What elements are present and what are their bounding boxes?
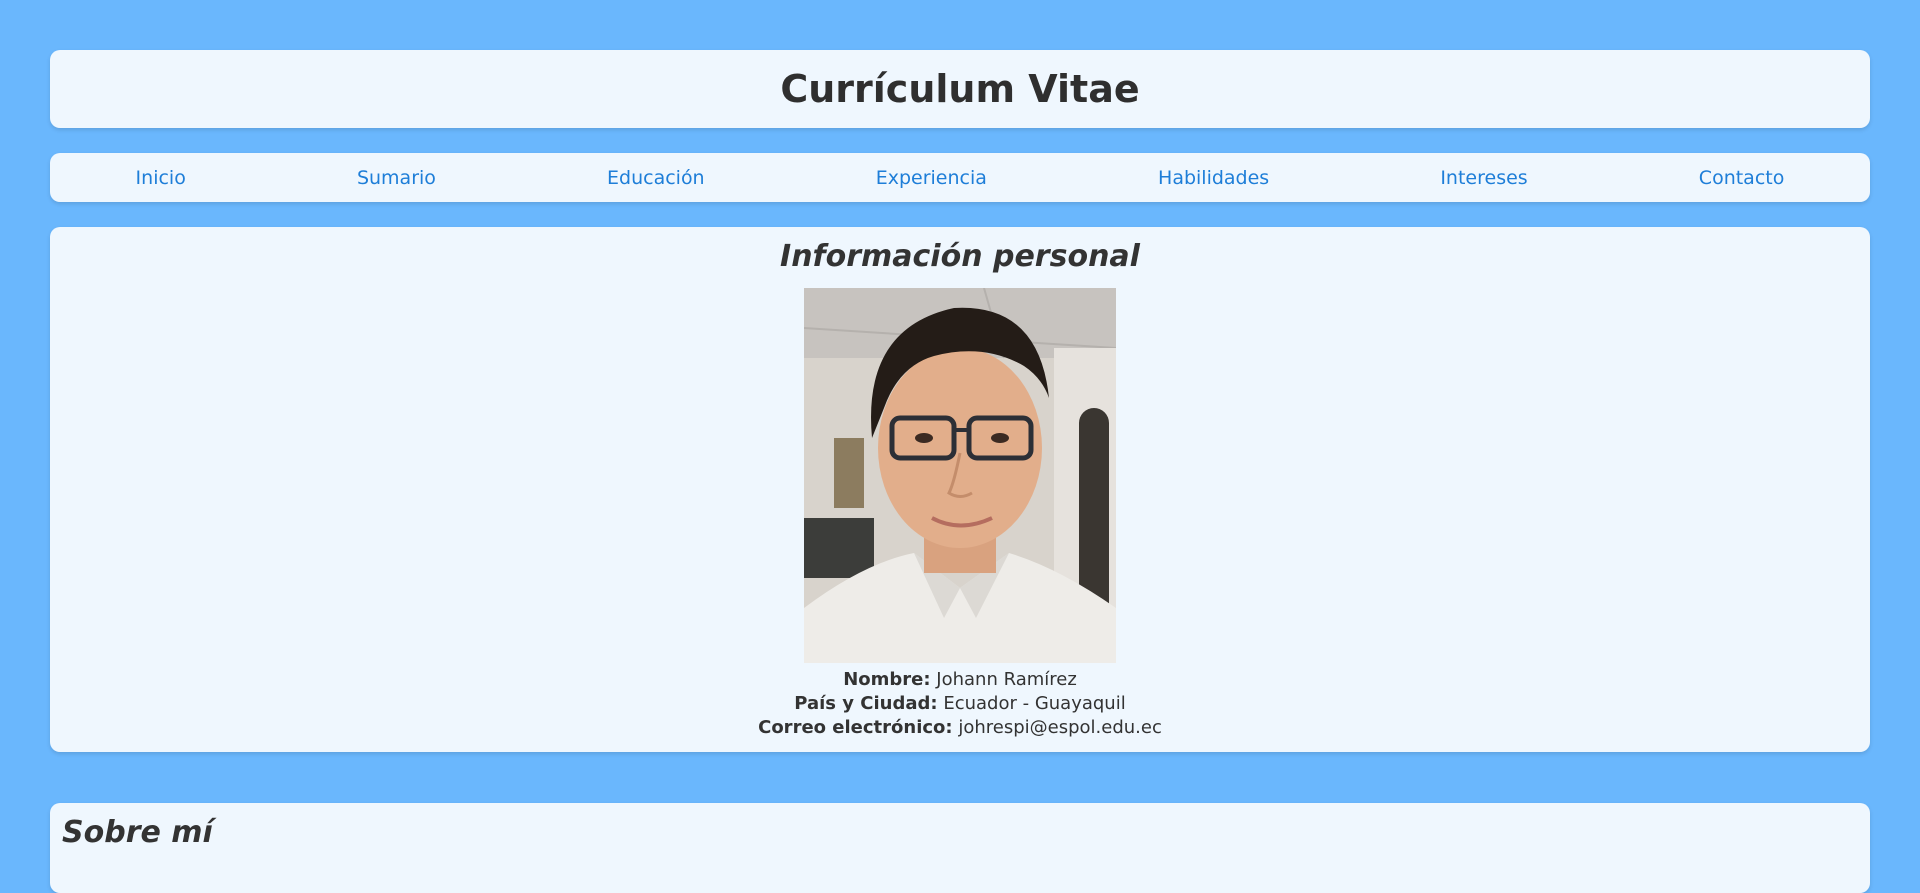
location-value: Ecuador - Guayaquil [943,693,1126,714]
email-row: Correo electrónico: johrespi@espol.edu.e… [50,716,1870,740]
name-label: Nombre: [843,669,931,690]
about-section: Sobre mí [50,803,1870,893]
page-title: Currículum Vitae [780,67,1140,111]
header-card: Currículum Vitae [50,50,1870,128]
nav-link-educacion[interactable]: Educación [607,167,705,189]
email-label: Correo electrónico: [758,717,953,738]
nav-link-habilidades[interactable]: Habilidades [1158,167,1269,189]
name-row: Nombre: Johann Ramírez [50,668,1870,692]
name-value: Johann Ramírez [936,669,1077,690]
nav-link-experiencia[interactable]: Experiencia [876,167,987,189]
location-row: País y Ciudad: Ecuador - Guayaquil [50,692,1870,716]
personal-info-title: Información personal [780,239,1140,274]
nav-link-sumario[interactable]: Sumario [357,167,436,189]
main-nav: Inicio Sumario Educación Experiencia Hab… [50,153,1870,202]
nav-link-intereses[interactable]: Intereses [1440,167,1527,189]
email-value: johrespi@espol.edu.ec [958,717,1162,738]
profile-photo [804,288,1116,663]
personal-info-section: Información personal Nombre: Johann Ramí… [50,227,1870,752]
nav-link-contacto[interactable]: Contacto [1699,167,1785,189]
location-label: País y Ciudad: [794,693,938,714]
nav-link-inicio[interactable]: Inicio [136,167,186,189]
about-title: Sobre mí [62,815,213,850]
personal-details: Nombre: Johann Ramírez País y Ciudad: Ec… [50,668,1870,740]
